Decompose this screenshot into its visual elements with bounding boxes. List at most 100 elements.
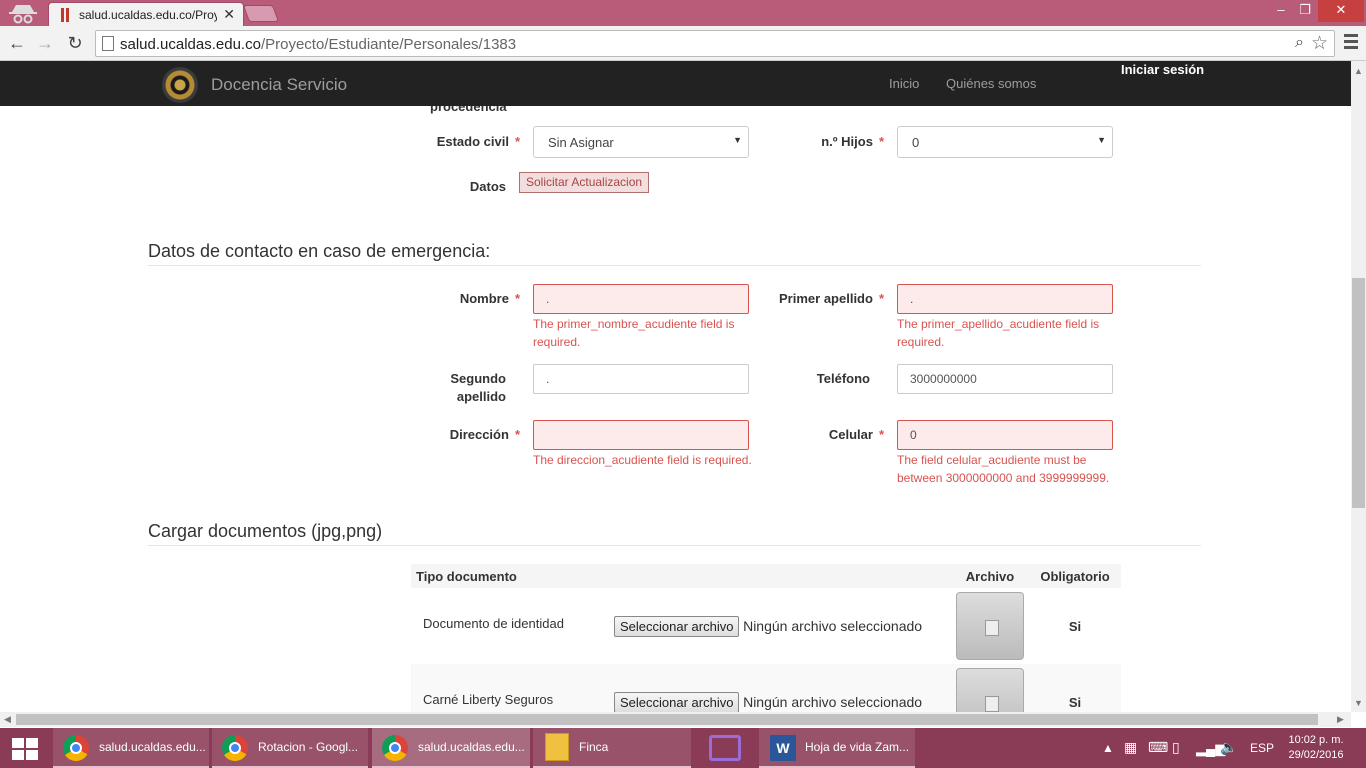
select-file-button[interactable]: Seleccionar archivo [614,691,740,712]
browser-tab[interactable]: salud.ucaldas.edu.co/Proye ✕ [48,2,244,26]
hijos-label: n.º Hijos * [821,134,884,149]
taskbar-item-chrome-1[interactable]: salud.ucaldas.edu... [53,728,209,768]
word-icon: W [770,735,796,761]
column-obligatorio: Obligatorio [1029,564,1121,588]
estado-civil-label: Estado civil * [436,134,520,149]
direccion-error: The direccion_acudiente field is require… [533,453,752,467]
taskbar-item-chrome-2[interactable]: Rotacion - Googl... [212,728,368,768]
browser-window: salud.ucaldas.edu.co/Proye ✕ – ❐ ✕ ← → ↻… [0,0,1366,728]
forward-arrow-icon[interactable]: → [34,32,56,54]
emergency-heading: Datos de contacto en caso de emergencia: [148,241,491,261]
segundo-apellido-label: Segundo apellido [450,371,506,404]
scroll-left-icon[interactable]: ◀ [4,714,11,725]
chrome-icon [63,735,89,761]
table-row: Carné Liberty Seguros Seleccionar archiv… [411,664,1121,712]
nav-inicio[interactable]: Inicio [889,76,919,91]
tray-clock[interactable]: 10:02 p. m. 29/02/2016 [1284,733,1348,763]
celular-input[interactable]: 0 [897,420,1113,450]
site-navbar: Docencia Servicio Inicio Quiénes somos I… [0,61,1351,106]
back-arrow-icon[interactable]: ← [6,32,28,54]
tray-volume-icon[interactable]: 🔈 [1220,739,1237,756]
chrome-menu-icon[interactable] [1344,34,1358,52]
nombre-error: The primer_nombre_acudiente field is req… [533,317,735,349]
image-placeholder-icon [956,668,1024,712]
file-cell: Seleccionar archivo Ningún archivo selec… [614,664,951,712]
tab-title: salud.ucaldas.edu.co/Proye [79,8,217,22]
direccion-label: Dirección * [449,427,520,442]
nombre-input[interactable]: . [533,284,749,314]
file-cell: Seleccionar archivo Ningún archivo selec… [614,588,951,664]
archivo-cell [951,588,1029,664]
divider [148,545,1201,546]
tipo-cell: Documento de identidad [423,616,564,631]
taskbar-item-chrome-3[interactable]: salud.ucaldas.edu... [372,728,530,768]
dropdown-caret-icon: ▼ [1097,135,1106,145]
browser-toolbar: ← → ↻ salud.ucaldas.edu.co/Proyecto/Estu… [0,26,1366,61]
tipo-cell: Carné Liberty Seguros [423,692,554,707]
page-content: procedencia Estado civil * Sin Asignar ▼ n… [0,106,1351,712]
address-bar[interactable]: salud.ucaldas.edu.co/Proyecto/Estudiante… [95,30,1335,57]
tray-battery-icon[interactable]: ▯ [1172,739,1180,756]
column-tipo-documento: Tipo documento [411,564,951,588]
cut-off-label: procedencia [430,106,507,114]
primer-apellido-label: Primer apellido * [779,291,884,306]
archivo-cell [951,664,1029,712]
estado-civil-select[interactable]: Sin Asignar ▼ [533,126,749,158]
tray-language[interactable]: ESP [1250,741,1274,755]
no-file-text: Ningún archivo seleccionado [743,617,923,634]
dropdown-caret-icon: ▼ [733,135,742,145]
reload-icon[interactable]: ↻ [64,32,86,54]
scroll-right-icon[interactable]: ▶ [1337,714,1344,725]
horizontal-scroll-thumb[interactable] [16,714,1318,725]
no-file-text: Ningún archivo seleccionado [743,693,923,710]
celular-error: The field celular_acudiente must be betw… [897,453,1110,485]
chrome-icon [382,735,408,761]
nav-quienes-somos[interactable]: Quiénes somos [946,76,1036,91]
documents-heading: Cargar documentos (jpg,png) [148,521,383,541]
solicitar-actualizacion-button[interactable]: Solicitar Actualizacion [519,172,650,193]
tray-network-icon[interactable]: ▦ [1124,739,1137,756]
zoom-icon[interactable]: ⌕ [1295,34,1304,52]
title-bar: salud.ucaldas.edu.co/Proye ✕ – ❐ ✕ [0,0,1366,26]
restore-icon[interactable]: ❐ [1290,0,1320,22]
hijos-select[interactable]: 0 ▼ [897,126,1113,158]
celular-label: Celular * [828,427,884,442]
page-icon [102,36,114,51]
new-tab-button[interactable] [242,5,280,22]
close-tab-icon[interactable]: ✕ [223,6,235,23]
url-text: salud.ucaldas.edu.co/Proyecto/Estudiante… [120,36,517,53]
visual-studio-icon[interactable] [709,735,741,761]
login-link[interactable]: Iniciar sesión [1121,62,1204,77]
table-row: Documento de identidad Seleccionar archi… [411,588,1121,664]
column-archivo: Archivo [951,564,1029,588]
obligatorio-cell: Si [1068,694,1082,710]
scroll-down-icon[interactable]: ▼ [1354,698,1363,708]
brand-link[interactable]: Docencia Servicio [211,75,347,95]
direccion-input[interactable] [533,420,749,450]
chrome-icon [222,735,248,761]
divider [148,265,1201,266]
favicon-icon [61,8,69,22]
telefono-input[interactable]: 3000000000 [897,364,1113,394]
primer-apellido-error: The primer_apellido_acudiente field is r… [897,317,1100,349]
university-logo[interactable] [162,67,198,103]
telefono-label: Teléfono [816,371,870,386]
select-file-button[interactable]: Seleccionar archivo [614,615,740,637]
vertical-scroll-thumb[interactable] [1352,278,1365,508]
primer-apellido-input[interactable]: . [897,284,1113,314]
incognito-icon [9,5,37,24]
tray-keyboard-icon[interactable]: ⌨ [1148,739,1168,756]
scroll-up-icon[interactable]: ▲ [1354,66,1363,76]
segundo-apellido-input[interactable]: . [533,364,749,394]
tray-arrow-icon[interactable]: ▲ [1102,741,1114,755]
windows-start-icon[interactable] [12,738,38,760]
image-placeholder-icon [956,592,1024,660]
folder-icon [545,733,569,761]
table-header-row: Tipo documento Archivo Obligatorio [411,564,1121,588]
documents-table: Tipo documento Archivo Obligatorio Docum… [411,564,1121,712]
obligatorio-cell: Si [1068,618,1082,634]
bookmark-star-icon[interactable]: ☆ [1311,32,1328,55]
nombre-label: Nombre * [459,291,520,306]
close-window-icon[interactable]: ✕ [1318,0,1364,22]
datos-label: Datos [469,179,506,194]
